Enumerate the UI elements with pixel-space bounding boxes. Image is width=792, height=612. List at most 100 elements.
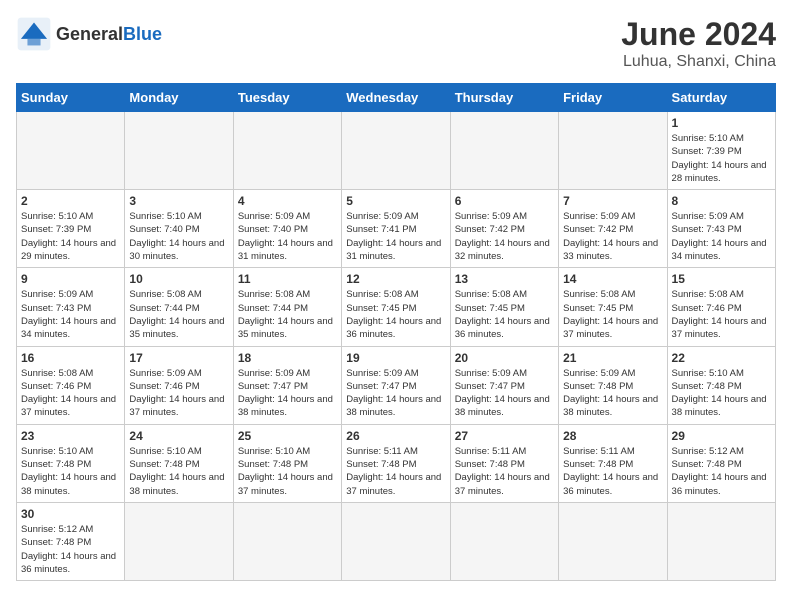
day-number: 13 bbox=[455, 272, 554, 286]
day-info: Sunrise: 5:09 AMSunset: 7:46 PMDaylight:… bbox=[129, 367, 228, 420]
day-header-friday: Friday bbox=[559, 84, 667, 112]
location: Luhua, Shanxi, China bbox=[621, 53, 776, 71]
day-info: Sunrise: 5:09 AMSunset: 7:43 PMDaylight:… bbox=[672, 210, 771, 263]
calendar-cell: 19Sunrise: 5:09 AMSunset: 7:47 PMDayligh… bbox=[342, 346, 450, 424]
day-info: Sunrise: 5:09 AMSunset: 7:40 PMDaylight:… bbox=[238, 210, 337, 263]
day-number: 9 bbox=[21, 272, 120, 286]
calendar-cell bbox=[125, 502, 233, 580]
calendar-cell bbox=[667, 502, 775, 580]
day-number: 10 bbox=[129, 272, 228, 286]
week-row-2: 2 Sunrise: 5:10 AMSunset: 7:39 PMDaylight… bbox=[17, 190, 776, 268]
calendar-cell bbox=[125, 112, 233, 190]
header: GeneralBlue June 2024 Luhua, Shanxi, Chi… bbox=[16, 16, 776, 71]
calendar-cell bbox=[559, 112, 667, 190]
day-header-sunday: Sunday bbox=[17, 84, 125, 112]
calendar-cell: 6 Sunrise: 5:09 AMSunset: 7:42 PMDaylight… bbox=[450, 190, 558, 268]
day-number: 27 bbox=[455, 429, 554, 443]
day-number: 18 bbox=[238, 351, 337, 365]
day-number: 16 bbox=[21, 351, 120, 365]
calendar-cell bbox=[342, 502, 450, 580]
day-info: Sunrise: 5:11 AMSunset: 7:48 PMDaylight:… bbox=[346, 445, 445, 498]
calendar-cell: 10Sunrise: 5:08 AMSunset: 7:44 PMDayligh… bbox=[125, 268, 233, 346]
day-info: Sunrise: 5:09 AMSunset: 7:42 PMDaylight:… bbox=[563, 210, 662, 263]
logo-text: GeneralBlue bbox=[56, 24, 162, 45]
calendar-cell bbox=[450, 502, 558, 580]
day-number: 26 bbox=[346, 429, 445, 443]
calendar-cell: 22Sunrise: 5:10 AMSunset: 7:48 PMDayligh… bbox=[667, 346, 775, 424]
day-info: Sunrise: 5:11 AMSunset: 7:48 PMDaylight:… bbox=[455, 445, 554, 498]
day-info: Sunrise: 5:09 AMSunset: 7:42 PMDaylight:… bbox=[455, 210, 554, 263]
day-number: 2 bbox=[21, 194, 120, 208]
day-number: 1 bbox=[672, 116, 771, 130]
day-number: 30 bbox=[21, 507, 120, 521]
day-info: Sunrise: 5:08 AMSunset: 7:45 PMDaylight:… bbox=[346, 288, 445, 341]
week-row-3: 9Sunrise: 5:09 AMSunset: 7:43 PMDaylight… bbox=[17, 268, 776, 346]
calendar-cell: 26 Sunrise: 5:11 AMSunset: 7:48 PMDayligh… bbox=[342, 424, 450, 502]
calendar-cell: 3Sunrise: 5:10 AMSunset: 7:40 PMDaylight… bbox=[125, 190, 233, 268]
day-number: 11 bbox=[238, 272, 337, 286]
calendar-cell: 1 Sunrise: 5:10 AMSunset: 7:39 PMDaylight… bbox=[667, 112, 775, 190]
day-header-monday: Monday bbox=[125, 84, 233, 112]
day-header-saturday: Saturday bbox=[667, 84, 775, 112]
calendar-cell: 25 Sunrise: 5:10 AMSunset: 7:48 PMDayligh… bbox=[233, 424, 341, 502]
day-info: Sunrise: 5:09 AMSunset: 7:47 PMDaylight:… bbox=[238, 367, 337, 420]
day-info: Sunrise: 5:09 AMSunset: 7:47 PMDaylight:… bbox=[455, 367, 554, 420]
day-number: 8 bbox=[672, 194, 771, 208]
calendar-cell bbox=[450, 112, 558, 190]
day-number: 25 bbox=[238, 429, 337, 443]
calendar-cell: 12 Sunrise: 5:08 AMSunset: 7:45 PMDayligh… bbox=[342, 268, 450, 346]
week-row-1: 1 Sunrise: 5:10 AMSunset: 7:39 PMDaylight… bbox=[17, 112, 776, 190]
calendar-cell: 24Sunrise: 5:10 AMSunset: 7:48 PMDayligh… bbox=[125, 424, 233, 502]
day-number: 5 bbox=[346, 194, 445, 208]
day-info: Sunrise: 5:10 AMSunset: 7:39 PMDaylight:… bbox=[21, 210, 120, 263]
calendar-cell: 15 Sunrise: 5:08 AMSunset: 7:46 PMDayligh… bbox=[667, 268, 775, 346]
day-number: 20 bbox=[455, 351, 554, 365]
day-number: 23 bbox=[21, 429, 120, 443]
day-header-wednesday: Wednesday bbox=[342, 84, 450, 112]
week-row-5: 23 Sunrise: 5:10 AMSunset: 7:48 PMDayligh… bbox=[17, 424, 776, 502]
logo: GeneralBlue bbox=[16, 16, 162, 52]
calendar-cell: 23 Sunrise: 5:10 AMSunset: 7:48 PMDayligh… bbox=[17, 424, 125, 502]
day-number: 7 bbox=[563, 194, 662, 208]
day-info: Sunrise: 5:10 AMSunset: 7:39 PMDaylight:… bbox=[672, 132, 771, 185]
calendar-cell: 13 Sunrise: 5:08 AMSunset: 7:45 PMDayligh… bbox=[450, 268, 558, 346]
calendar-cell: 2 Sunrise: 5:10 AMSunset: 7:39 PMDaylight… bbox=[17, 190, 125, 268]
day-number: 6 bbox=[455, 194, 554, 208]
day-number: 12 bbox=[346, 272, 445, 286]
calendar-cell: 29 Sunrise: 5:12 AMSunset: 7:48 PMDayligh… bbox=[667, 424, 775, 502]
day-info: Sunrise: 5:08 AMSunset: 7:46 PMDaylight:… bbox=[672, 288, 771, 341]
calendar-cell bbox=[17, 112, 125, 190]
day-info: Sunrise: 5:11 AMSunset: 7:48 PMDaylight:… bbox=[563, 445, 662, 498]
day-number: 15 bbox=[672, 272, 771, 286]
calendar-cell: 14 Sunrise: 5:08 AMSunset: 7:45 PMDayligh… bbox=[559, 268, 667, 346]
week-row-4: 16 Sunrise: 5:08 AMSunset: 7:46 PMDayligh… bbox=[17, 346, 776, 424]
calendar-cell: 16 Sunrise: 5:08 AMSunset: 7:46 PMDayligh… bbox=[17, 346, 125, 424]
day-info: Sunrise: 5:08 AMSunset: 7:45 PMDaylight:… bbox=[455, 288, 554, 341]
day-header-thursday: Thursday bbox=[450, 84, 558, 112]
day-info: Sunrise: 5:08 AMSunset: 7:44 PMDaylight:… bbox=[238, 288, 337, 341]
calendar-cell: 4Sunrise: 5:09 AMSunset: 7:40 PMDaylight… bbox=[233, 190, 341, 268]
day-number: 22 bbox=[672, 351, 771, 365]
day-info: Sunrise: 5:12 AMSunset: 7:48 PMDaylight:… bbox=[21, 523, 120, 576]
day-info: Sunrise: 5:09 AMSunset: 7:41 PMDaylight:… bbox=[346, 210, 445, 263]
day-info: Sunrise: 5:10 AMSunset: 7:48 PMDaylight:… bbox=[21, 445, 120, 498]
calendar-cell: 28Sunrise: 5:11 AMSunset: 7:48 PMDayligh… bbox=[559, 424, 667, 502]
day-number: 24 bbox=[129, 429, 228, 443]
calendar-cell: 27 Sunrise: 5:11 AMSunset: 7:48 PMDayligh… bbox=[450, 424, 558, 502]
day-info: Sunrise: 5:08 AMSunset: 7:45 PMDaylight:… bbox=[563, 288, 662, 341]
calendar-cell: 11 Sunrise: 5:08 AMSunset: 7:44 PMDayligh… bbox=[233, 268, 341, 346]
day-number: 14 bbox=[563, 272, 662, 286]
calendar-cell: 5 Sunrise: 5:09 AMSunset: 7:41 PMDaylight… bbox=[342, 190, 450, 268]
day-number: 21 bbox=[563, 351, 662, 365]
calendar-cell: 8 Sunrise: 5:09 AMSunset: 7:43 PMDaylight… bbox=[667, 190, 775, 268]
day-number: 19 bbox=[346, 351, 445, 365]
week-row-6: 30 Sunrise: 5:12 AMSunset: 7:48 PMDayligh… bbox=[17, 502, 776, 580]
day-header-tuesday: Tuesday bbox=[233, 84, 341, 112]
day-number: 29 bbox=[672, 429, 771, 443]
calendar-cell bbox=[559, 502, 667, 580]
day-info: Sunrise: 5:12 AMSunset: 7:48 PMDaylight:… bbox=[672, 445, 771, 498]
calendar-cell: 7 Sunrise: 5:09 AMSunset: 7:42 PMDaylight… bbox=[559, 190, 667, 268]
day-info: Sunrise: 5:10 AMSunset: 7:48 PMDaylight:… bbox=[238, 445, 337, 498]
calendar-cell: 30 Sunrise: 5:12 AMSunset: 7:48 PMDayligh… bbox=[17, 502, 125, 580]
day-info: Sunrise: 5:08 AMSunset: 7:46 PMDaylight:… bbox=[21, 367, 120, 420]
